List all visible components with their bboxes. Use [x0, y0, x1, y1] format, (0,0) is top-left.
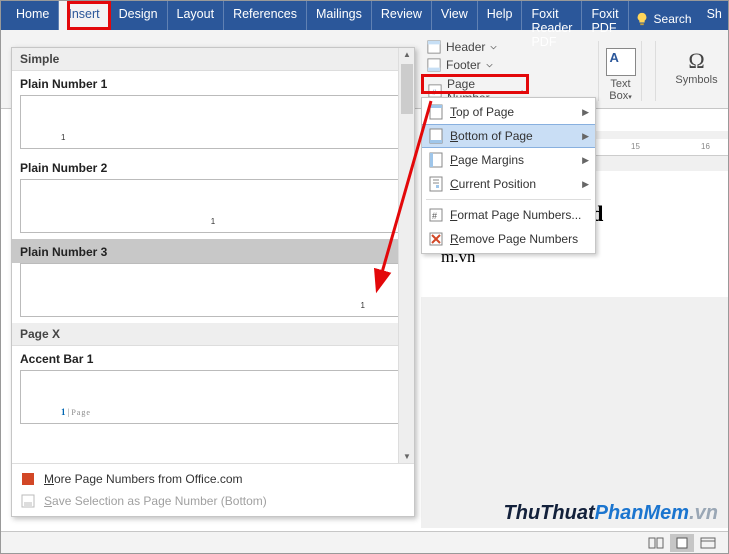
lightbulb-icon — [635, 12, 649, 26]
remove-icon — [428, 231, 444, 247]
footer-icon — [427, 58, 441, 72]
gallery-item-label: Plain Number 2 — [12, 155, 414, 179]
bottom-of-page-icon — [428, 128, 444, 144]
tab-design[interactable]: Design — [110, 1, 168, 30]
chevron-down-icon — [521, 88, 528, 95]
more-label: More Page Numbers from Office.com — [44, 472, 243, 486]
svg-text:#: # — [432, 211, 437, 221]
page-number-icon: # — [428, 84, 442, 98]
page-number-menu: Top of Page ▶ Bottom of Page ▶ Page Marg… — [421, 97, 596, 254]
tab-home[interactable]: Home — [7, 1, 59, 30]
tab-insert[interactable]: Insert — [59, 1, 109, 30]
footer-label: Footer — [446, 58, 481, 72]
chevron-right-icon: ▶ — [582, 107, 589, 118]
search-label: Search — [654, 12, 692, 26]
symbols-group-divider — [641, 41, 656, 101]
gallery-item-accent-bar-1[interactable]: 1|Page — [20, 370, 406, 424]
tab-help[interactable]: Help — [478, 1, 523, 30]
ruler-tick: 16 — [701, 142, 710, 151]
gallery-category-simple: Simple — [12, 48, 414, 71]
menu-label: Bottom of Page — [450, 129, 582, 143]
text-group-divider — [584, 41, 599, 101]
gallery-category-pagex: Page X — [12, 323, 414, 346]
header-icon — [427, 40, 441, 54]
header-dropdown[interactable]: Header — [423, 38, 533, 56]
footer-dropdown[interactable]: Footer — [423, 56, 533, 74]
menu-current-position[interactable]: Current Position ▶ — [422, 172, 595, 196]
chevron-down-icon — [486, 62, 493, 69]
gallery-item-label: Plain Number 1 — [12, 71, 414, 95]
accent-num: 1 — [61, 407, 66, 417]
header-label: Header — [446, 40, 485, 54]
menu-format-page-numbers[interactable]: # Format Page Numbers... — [422, 203, 595, 227]
tab-view[interactable]: View — [432, 1, 478, 30]
scroll-down-icon[interactable]: ▼ — [403, 452, 411, 461]
gallery-item-plain-number-3[interactable]: 1 — [20, 263, 406, 317]
tab-foxit-pdf[interactable]: Foxit PDF — [582, 1, 628, 30]
print-layout-icon — [674, 537, 690, 549]
gallery-item-plain-number-2[interactable]: 1 — [20, 179, 406, 233]
tell-me-search[interactable]: Search — [629, 1, 698, 30]
tab-mailings[interactable]: Mailings — [307, 1, 372, 30]
omega-icon: Ω — [669, 48, 724, 74]
chevron-right-icon: ▶ — [582, 179, 589, 190]
watermark-part2: PhanMem — [595, 502, 689, 524]
view-read-mode[interactable] — [644, 534, 668, 552]
read-mode-icon — [648, 537, 664, 549]
menu-label: Top of Page — [450, 105, 582, 119]
symbols-button[interactable]: Ω Symbols — [669, 48, 724, 86]
gallery-item-plain-number-1[interactable]: 1 — [20, 95, 406, 149]
text-box-label: TextBox▾ — [603, 78, 638, 102]
page-margins-icon — [428, 152, 444, 168]
save-label: Save Selection as Page Number (Bottom) — [44, 494, 267, 508]
status-bar — [1, 531, 728, 553]
tab-foxit-reader-pdf[interactable]: Foxit Reader PDF — [522, 1, 582, 30]
menu-top-of-page[interactable]: Top of Page ▶ — [422, 100, 595, 124]
gallery-footer: More Page Numbers from Office.com Save S… — [12, 463, 414, 516]
gallery-item-label: Accent Bar 1 — [12, 346, 414, 370]
watermark-part1: ThuThuat — [504, 502, 595, 524]
symbols-label: Symbols — [669, 74, 724, 86]
chevron-right-icon: ▶ — [582, 155, 589, 166]
accent-text: Page — [71, 408, 91, 417]
tab-references[interactable]: References — [224, 1, 307, 30]
menu-remove-page-numbers[interactable]: Remove Page Numbers — [422, 227, 595, 251]
page-number-gallery: Simple Plain Number 1 1 Plain Number 2 1… — [11, 47, 415, 517]
text-box-icon — [606, 48, 636, 76]
svg-text:#: # — [432, 90, 436, 97]
view-web-layout[interactable] — [696, 534, 720, 552]
chevron-down-icon — [490, 44, 497, 51]
scrollbar-thumb[interactable] — [401, 64, 413, 114]
save-selection-as-page-number: Save Selection as Page Number (Bottom) — [12, 490, 414, 512]
menu-separator — [426, 199, 591, 200]
gallery-scrollbar[interactable]: ▲ ▼ — [398, 48, 414, 463]
save-icon — [20, 493, 36, 509]
top-of-page-icon — [428, 104, 444, 120]
menu-page-margins[interactable]: Page Margins ▶ — [422, 148, 595, 172]
tab-layout[interactable]: Layout — [168, 1, 225, 30]
view-print-layout[interactable] — [670, 534, 694, 552]
gallery-item-label: Plain Number 3 — [12, 239, 414, 263]
watermark-logo: ThuThuatPhanMem.vn — [504, 502, 718, 525]
menu-label: Format Page Numbers... — [450, 208, 589, 222]
text-box-button[interactable]: TextBox▾ — [603, 48, 638, 102]
format-icon: # — [428, 207, 444, 223]
menu-label: Remove Page Numbers — [450, 232, 589, 246]
scroll-up-icon[interactable]: ▲ — [403, 50, 411, 59]
office-icon — [20, 471, 36, 487]
watermark-ext: .vn — [689, 502, 718, 524]
ruler-tick: 15 — [631, 142, 640, 151]
menu-label: Current Position — [450, 177, 582, 191]
web-layout-icon — [700, 537, 716, 549]
tab-review[interactable]: Review — [372, 1, 432, 30]
ribbon-tabs: Home Insert Design Layout References Mai… — [1, 1, 728, 30]
current-position-icon — [428, 176, 444, 192]
chevron-right-icon: ▶ — [582, 131, 589, 142]
menu-bottom-of-page[interactable]: Bottom of Page ▶ — [422, 124, 595, 148]
more-page-numbers-online[interactable]: More Page Numbers from Office.com — [12, 468, 414, 490]
menu-label: Page Margins — [450, 153, 582, 167]
share-button[interactable]: Sh — [698, 1, 729, 30]
